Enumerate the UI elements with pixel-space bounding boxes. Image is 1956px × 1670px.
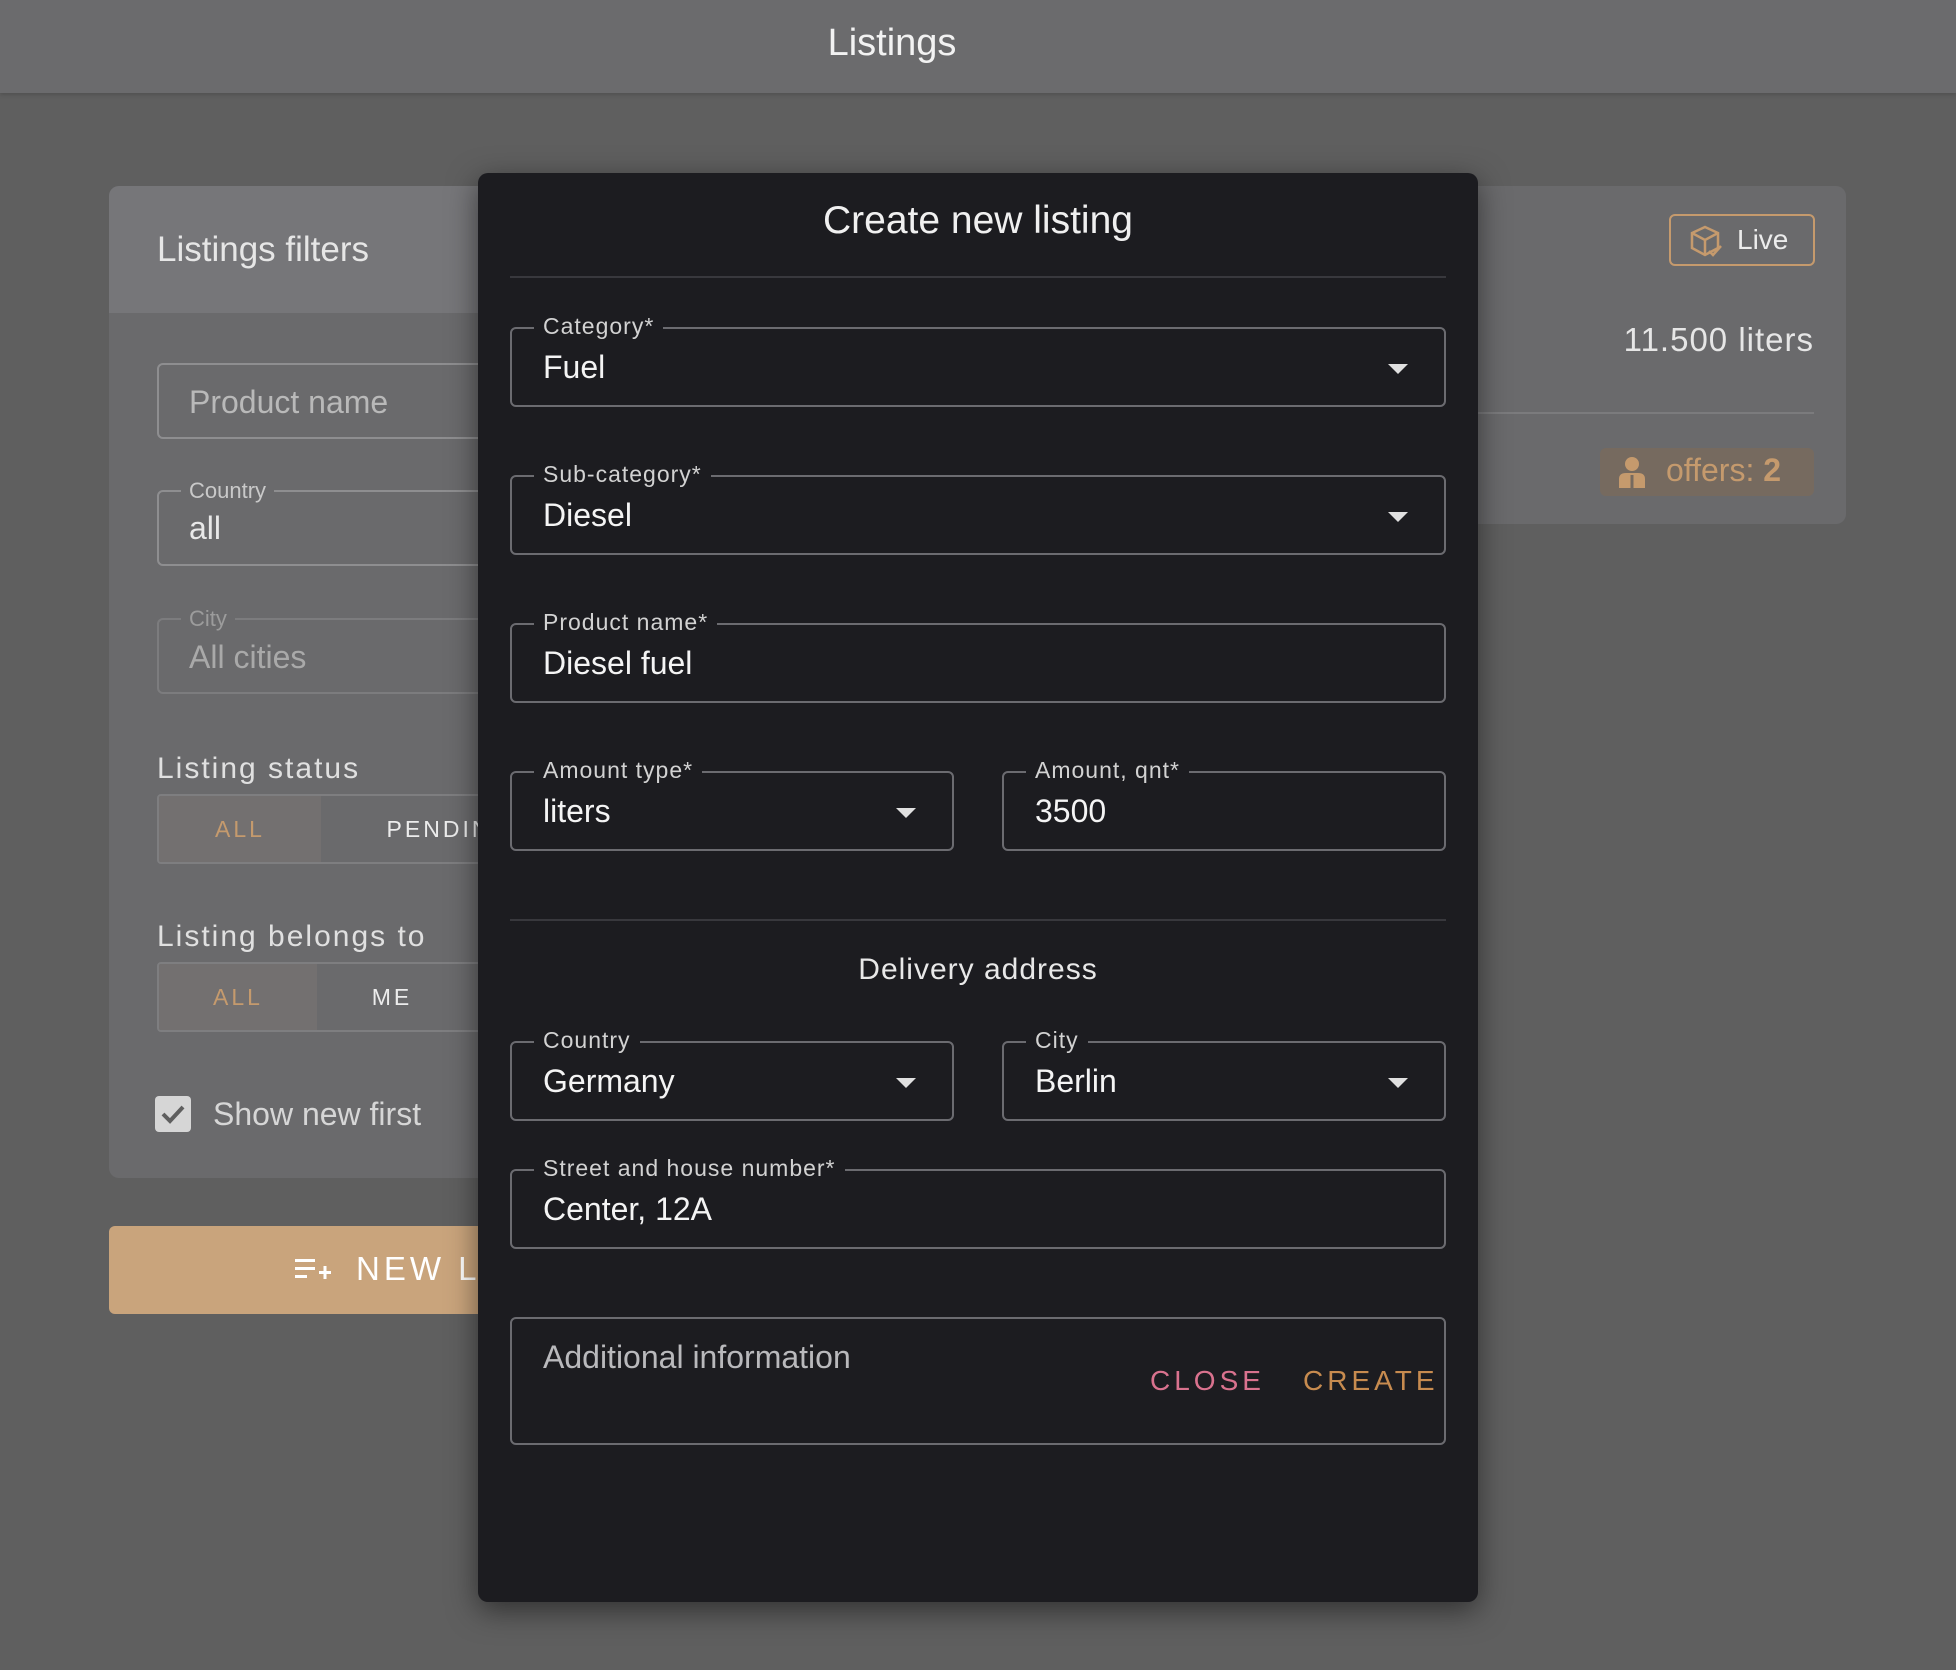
- live-status-badge: Live: [1669, 214, 1815, 266]
- listing-card[interactable]: Live 11.500 liters offers: 2: [1440, 186, 1846, 524]
- offers-count: 2: [1763, 452, 1782, 488]
- delivery-city-label: City: [1026, 1027, 1088, 1054]
- listing-status-label: Listing status: [157, 752, 361, 785]
- live-status-text: Live: [1737, 224, 1789, 255]
- filter-city-placeholder: All cities: [189, 639, 307, 675]
- new-listing-button[interactable]: NEW LI: [109, 1226, 529, 1314]
- belongs-option-all[interactable]: ALL: [159, 964, 317, 1030]
- page-title: Listings: [827, 22, 957, 64]
- listing-belongs-label: Listing belongs to: [157, 920, 427, 953]
- new-listing-label: NEW LI: [356, 1250, 494, 1287]
- chevron-down-icon: [896, 1078, 916, 1088]
- status-option-all[interactable]: ALL: [159, 796, 321, 862]
- subcategory-value: Diesel: [543, 497, 632, 533]
- create-button[interactable]: CREATE: [1303, 1365, 1439, 1397]
- dialog-title-divider: [510, 276, 1446, 278]
- playlist-add-icon: [295, 1256, 331, 1289]
- amount-type-select[interactable]: Amount type* liters: [510, 757, 954, 851]
- filter-city-label: City: [181, 606, 235, 632]
- delivery-country-label: Country: [534, 1027, 640, 1054]
- app-bar: Listings: [0, 0, 1956, 93]
- check-icon: [161, 1105, 185, 1124]
- amount-qnt-label: Amount, qnt*: [1026, 757, 1189, 784]
- delivery-address-heading: Delivery address: [858, 953, 1098, 986]
- amount-type-value: liters: [543, 793, 611, 829]
- dialog-title: Create new listing: [823, 199, 1133, 242]
- amount-type-label: Amount type*: [534, 757, 703, 784]
- delivery-divider: [510, 919, 1446, 921]
- chevron-down-icon: [1388, 512, 1408, 522]
- offers-label: offers:: [1666, 452, 1755, 488]
- subcategory-label: Sub-category*: [534, 461, 711, 488]
- street-label: Street and house number*: [534, 1155, 845, 1182]
- offers-badge: offers: 2: [1600, 448, 1814, 496]
- person-icon: [1616, 455, 1648, 494]
- listing-amount: 11.500 liters: [1623, 321, 1814, 358]
- product-name-placeholder: Product name: [189, 384, 389, 420]
- belongs-option-me[interactable]: ME: [317, 964, 467, 1030]
- listing-belongs-toggle: ALL ME: [157, 962, 529, 1032]
- filters-title: Listings filters: [157, 230, 370, 269]
- product-name-value: Diesel fuel: [543, 645, 693, 681]
- filter-product-name-input[interactable]: Product name: [157, 363, 529, 439]
- delivery-city-select[interactable]: City Berlin: [1002, 1027, 1446, 1121]
- card-divider: [1440, 412, 1814, 414]
- offers-text: offers: 2: [1666, 452, 1781, 489]
- subcategory-select[interactable]: Sub-category* Diesel: [510, 461, 1446, 555]
- street-value: Center, 12A: [543, 1191, 712, 1227]
- delivery-country-value: Germany: [543, 1063, 675, 1099]
- filter-country-label: Country: [181, 478, 275, 504]
- category-value: Fuel: [543, 349, 606, 385]
- chevron-down-icon: [1388, 1078, 1408, 1088]
- filter-city-select[interactable]: City All cities: [157, 606, 529, 694]
- category-select[interactable]: Category* Fuel: [510, 313, 1446, 407]
- product-name-input[interactable]: Product name* Diesel fuel: [510, 609, 1446, 703]
- show-new-first-checkbox[interactable]: [155, 1096, 191, 1132]
- category-label: Category*: [534, 313, 664, 340]
- listing-status-toggle: ALL PENDIN: [157, 794, 529, 864]
- chevron-down-icon: [896, 808, 916, 818]
- additional-info-placeholder: Additional information: [543, 1339, 851, 1375]
- filter-country-value: all: [189, 510, 222, 546]
- delivery-city-value: Berlin: [1035, 1063, 1117, 1099]
- package-check-icon: [1687, 224, 1723, 265]
- amount-qnt-input[interactable]: Amount, qnt* 3500: [1002, 757, 1446, 851]
- amount-qnt-value: 3500: [1035, 793, 1107, 829]
- delivery-country-select[interactable]: Country Germany: [510, 1027, 954, 1121]
- chevron-down-icon: [1388, 364, 1408, 374]
- street-input[interactable]: Street and house number* Center, 12A: [510, 1155, 1446, 1249]
- close-button[interactable]: CLOSE: [1150, 1365, 1265, 1397]
- product-name-label: Product name*: [534, 609, 718, 636]
- show-new-first-label: Show new first: [213, 1096, 422, 1132]
- listings-filters-panel: Listings filters Product name Country al…: [109, 186, 529, 1178]
- filter-country-select[interactable]: Country all: [157, 478, 529, 566]
